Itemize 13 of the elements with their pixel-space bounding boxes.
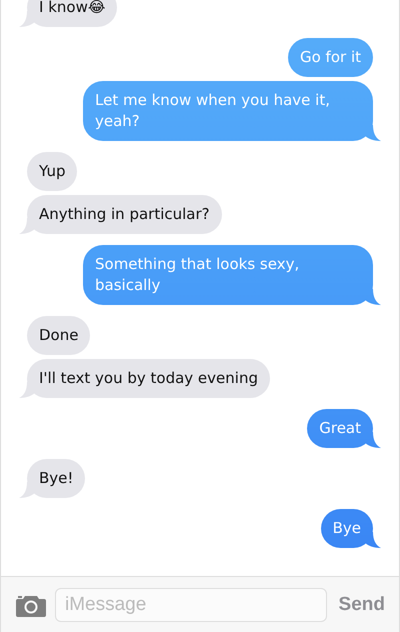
message-bubble: I'll text you by today evening xyxy=(27,359,270,398)
message-field[interactable]: iMessage xyxy=(55,588,327,622)
message-bubble: Bye! xyxy=(27,459,86,498)
message-bubble: Bye xyxy=(320,509,373,548)
message-bubble: I know😂 xyxy=(27,0,118,27)
message-bubble: Great xyxy=(307,409,373,448)
message-bubble: Go for it xyxy=(288,38,373,77)
message-bubble: Anything in particular? xyxy=(27,195,222,234)
send-button[interactable]: Send xyxy=(334,594,385,616)
message-bubble: Something that looks sexy, basically xyxy=(83,245,373,305)
message-bubble: Let me know when you have it, yeah? xyxy=(83,81,373,141)
message-bubble: Done xyxy=(27,316,90,355)
message-bubble: Yup xyxy=(27,152,78,191)
